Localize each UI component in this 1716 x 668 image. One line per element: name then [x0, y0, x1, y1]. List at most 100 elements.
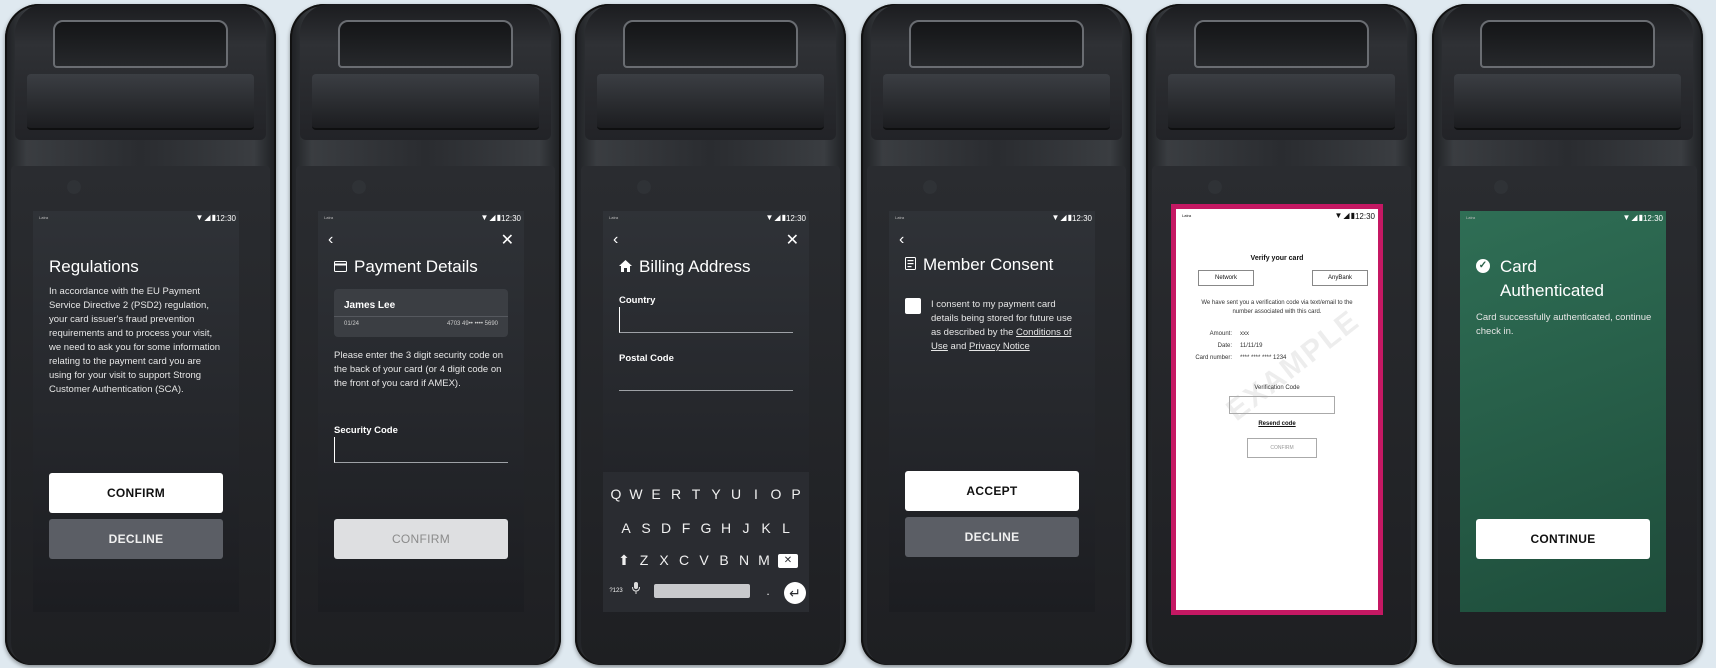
- key-i[interactable]: I: [746, 486, 766, 502]
- key-b[interactable]: B: [714, 552, 734, 569]
- key-v[interactable]: V: [694, 552, 714, 569]
- terminal-device-billing: Latra ▼◢▮ 12:30 ‹ ✕ Billing Address Coun…: [575, 4, 846, 665]
- security-code-instructions: Please enter the 3 digit security code o…: [334, 350, 503, 389]
- verification-code-input[interactable]: [1229, 396, 1335, 414]
- camera-sensor: [1494, 180, 1508, 194]
- printer-lid: [883, 74, 1110, 130]
- security-code-label: Security Code: [334, 425, 398, 436]
- verify-message: We have sent you a verification code via…: [1201, 300, 1353, 315]
- key-z[interactable]: Z: [634, 552, 654, 569]
- consent-text-and: and: [947, 341, 970, 352]
- terminal-device-regulations: Latra ▼◢▮ 12:30 Regulations In accordanc…: [5, 4, 276, 665]
- card-authenticated-screen: Latra ▼◢▮ 12:30 ✓ Card Authenticated Car…: [1460, 211, 1666, 612]
- paper-slot: [909, 20, 1084, 68]
- page-title-line-2: Authenticated: [1500, 281, 1604, 300]
- key-o[interactable]: O: [766, 486, 786, 502]
- consent-text: I consent to my payment card details bei…: [931, 298, 1079, 354]
- key-t[interactable]: T: [686, 486, 706, 502]
- shift-icon[interactable]: ⬆: [614, 552, 634, 569]
- key-j[interactable]: J: [736, 520, 756, 536]
- keyboard-row-1: Q W E R T Y U I O P: [603, 486, 809, 502]
- key-e[interactable]: E: [646, 486, 666, 502]
- status-bar: Latra ▼◢▮ 12:30: [1460, 213, 1666, 225]
- checkmark-icon: ✓: [1476, 259, 1490, 273]
- status-bar: Latra ▼◢▮ 12:30: [318, 213, 524, 225]
- resend-code-link[interactable]: Resend code: [1176, 421, 1378, 427]
- key-c[interactable]: C: [674, 552, 694, 569]
- key-y[interactable]: Y: [706, 486, 726, 502]
- terminal-device-verify: Latra ▼◢▮ 12:30 EXAMPLE Verify your card…: [1146, 4, 1417, 665]
- carrier-label: Latra: [39, 215, 49, 220]
- key-d[interactable]: D: [656, 520, 676, 536]
- enter-icon[interactable]: ↵: [784, 582, 806, 604]
- microphone-icon[interactable]: [626, 582, 646, 604]
- accept-button[interactable]: ACCEPT: [905, 471, 1079, 511]
- signal-battery-icon: ▼◢▮: [1051, 213, 1073, 222]
- back-icon[interactable]: ‹: [328, 231, 333, 249]
- page-title: Payment Details: [334, 257, 478, 277]
- postal-code-input[interactable]: [619, 365, 793, 391]
- key-n[interactable]: N: [734, 552, 754, 569]
- carrier-label: Latra: [895, 215, 905, 220]
- printer-lid: [1454, 74, 1681, 130]
- key-r[interactable]: R: [666, 486, 686, 502]
- symbols-key[interactable]: ?123: [606, 582, 626, 604]
- printer-head: [871, 4, 1122, 140]
- back-icon[interactable]: ‹: [613, 231, 618, 249]
- privacy-link[interactable]: Privacy Notice: [969, 341, 1030, 352]
- amount-label: Amount:: [1209, 331, 1232, 337]
- key-f[interactable]: F: [676, 520, 696, 536]
- camera-sensor: [923, 180, 937, 194]
- status-bar: Latra ▼◢▮ 12:30: [603, 213, 809, 225]
- printer-head: [15, 4, 266, 140]
- key-u[interactable]: U: [726, 486, 746, 502]
- paper-slot: [1480, 20, 1655, 68]
- confirm-button[interactable]: CONFIRM: [1247, 438, 1317, 458]
- paper-slot: [338, 20, 513, 68]
- key-q[interactable]: Q: [606, 486, 626, 502]
- country-input[interactable]: [619, 307, 793, 333]
- key-m[interactable]: M: [754, 552, 774, 569]
- postal-code-label: Postal Code: [619, 353, 674, 364]
- decline-button[interactable]: DECLINE: [49, 519, 223, 559]
- key-w[interactable]: W: [626, 486, 646, 502]
- page-title: Regulations: [49, 257, 139, 276]
- back-icon[interactable]: ‹: [899, 231, 904, 249]
- verification-code-label: Verification Code: [1254, 385, 1300, 391]
- clock: 12:30: [1071, 214, 1092, 223]
- confirm-button[interactable]: CONFIRM: [49, 473, 223, 513]
- close-icon[interactable]: ✕: [786, 230, 799, 250]
- camera-sensor: [1208, 180, 1222, 194]
- continue-button[interactable]: CONTINUE: [1476, 519, 1650, 559]
- printer-lid: [27, 74, 254, 130]
- network-logo: Network: [1198, 270, 1254, 286]
- member-consent-screen: Latra ▼◢▮ 12:30 ‹ Member Consent I conse…: [889, 211, 1095, 612]
- delete-icon[interactable]: ✕: [778, 554, 798, 568]
- regulations-text: In accordance with the EU Payment Servic…: [49, 286, 221, 395]
- home-icon: [619, 259, 632, 275]
- space-key[interactable]: [654, 584, 750, 598]
- key-x[interactable]: X: [654, 552, 674, 569]
- consent-checkbox[interactable]: [905, 298, 921, 314]
- key-a[interactable]: A: [616, 520, 636, 536]
- terminal-device-payment: Latra ▼◢▮ 12:30 ‹ ✕ Payment Details Jame…: [290, 4, 561, 665]
- status-bar: Latra ▼◢▮ 12:30: [889, 213, 1095, 225]
- card-number-value: **** **** **** 1234: [1240, 355, 1287, 361]
- camera-sensor: [637, 180, 651, 194]
- period-key[interactable]: .: [758, 582, 778, 604]
- key-p[interactable]: P: [786, 486, 806, 502]
- printer-lid: [312, 74, 539, 130]
- carrier-label: Latra: [324, 215, 334, 220]
- key-s[interactable]: S: [636, 520, 656, 536]
- close-icon[interactable]: ✕: [501, 230, 514, 250]
- clock: 12:30: [215, 214, 236, 223]
- security-code-input[interactable]: [334, 437, 508, 463]
- key-l[interactable]: L: [776, 520, 796, 536]
- key-k[interactable]: K: [756, 520, 776, 536]
- key-h[interactable]: H: [716, 520, 736, 536]
- decline-button[interactable]: DECLINE: [905, 517, 1079, 557]
- authenticated-message: Card successfully authenticated, continu…: [1476, 312, 1652, 337]
- key-g[interactable]: G: [696, 520, 716, 536]
- confirm-button[interactable]: CONFIRM: [334, 519, 508, 559]
- keyboard-row-4: ?123 . ↵: [603, 582, 809, 604]
